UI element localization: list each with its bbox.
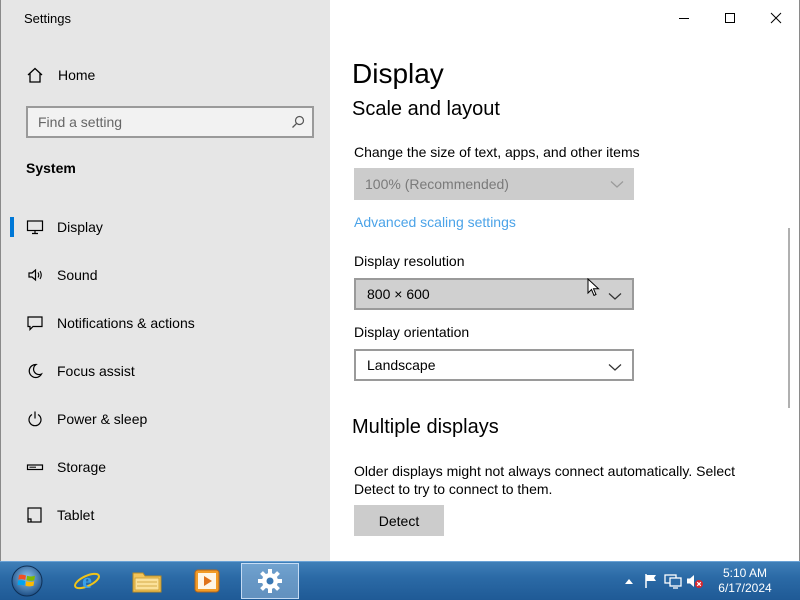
sidebar-item-label: Notifications & actions	[57, 315, 195, 331]
sidebar-item-label: Focus assist	[57, 363, 135, 379]
taskbar: e 5:10 AM 6/17/2024	[0, 561, 800, 600]
content-pane: Display Scale and layout Change the size…	[330, 0, 800, 561]
orientation-dropdown-value: Landscape	[367, 357, 436, 373]
sidebar-item-sound[interactable]: Sound	[1, 251, 330, 299]
sidebar-item-focus-assist[interactable]: Focus assist	[1, 347, 330, 395]
action-center-flag-icon[interactable]	[640, 570, 662, 592]
sidebar-item-power-sleep[interactable]: Power & sleep	[1, 395, 330, 443]
scale-dropdown[interactable]: 100% (Recommended)	[354, 168, 634, 200]
scrollbar[interactable]	[788, 228, 790, 408]
sidebar-item-label: Power & sleep	[57, 411, 148, 427]
chevron-down-icon	[608, 293, 622, 300]
app-title: Settings	[24, 11, 71, 26]
system-tray: 5:10 AM 6/17/2024	[618, 562, 800, 600]
taskbar-app-internet-explorer[interactable]: e	[58, 563, 116, 599]
chevron-down-icon	[610, 181, 624, 188]
moon-icon	[25, 361, 45, 381]
internet-explorer-icon: e	[74, 568, 100, 593]
scale-layout-header: Scale and layout	[352, 98, 500, 120]
file-explorer-icon	[132, 572, 162, 593]
nav-list: Display Sound Notifications & actions Fo…	[1, 203, 330, 539]
resolution-dropdown-value: 800 × 600	[367, 286, 430, 302]
home-icon	[25, 65, 45, 85]
notification-icon	[25, 313, 45, 333]
taskbar-app-settings[interactable]	[241, 563, 299, 599]
sidebar: Settings Home System Display	[1, 0, 330, 561]
sidebar-item-label: Tablet	[57, 507, 95, 523]
svg-text:e: e	[82, 568, 92, 593]
windows-orb-icon	[11, 565, 43, 597]
volume-muted-icon[interactable]	[684, 570, 706, 592]
power-icon	[25, 409, 45, 429]
search-box[interactable]	[26, 106, 314, 138]
settings-window: Settings Home System Display	[0, 0, 800, 561]
sidebar-item-label: Storage	[57, 459, 107, 475]
search-input[interactable]	[28, 108, 312, 136]
chevron-down-icon	[608, 364, 622, 371]
scale-dropdown-value: 100% (Recommended)	[365, 176, 509, 192]
search-icon[interactable]	[290, 114, 306, 130]
storage-icon	[25, 457, 45, 477]
clock-date: 6/17/2024	[718, 581, 772, 595]
sidebar-item-label: Sound	[57, 267, 98, 283]
orientation-dropdown[interactable]: Landscape	[354, 349, 634, 381]
sidebar-item-label: Display	[57, 219, 103, 235]
page-title: Display	[352, 58, 444, 89]
media-player-icon	[194, 569, 220, 593]
monitor-icon	[25, 217, 45, 237]
multiple-displays-description: Older displays might not always connect …	[354, 463, 736, 497]
sidebar-item-home[interactable]: Home	[25, 64, 95, 86]
taskbar-clock[interactable]: 5:10 AM 6/17/2024	[710, 566, 780, 596]
sidebar-item-storage[interactable]: Storage	[1, 443, 330, 491]
sidebar-item-tablet[interactable]: Tablet	[1, 491, 330, 539]
sidebar-item-display[interactable]: Display	[1, 203, 330, 251]
taskbar-app-file-explorer[interactable]	[118, 563, 176, 599]
home-label: Home	[58, 67, 96, 83]
taskbar-app-media-player[interactable]	[178, 563, 236, 599]
clock-time: 5:10 AM	[722, 566, 768, 580]
show-hidden-icons-chevron-icon[interactable]	[618, 570, 640, 592]
sidebar-item-notifications[interactable]: Notifications & actions	[1, 299, 330, 347]
start-button[interactable]	[4, 563, 50, 599]
section-title: System	[26, 160, 76, 176]
orientation-label: Display orientation	[354, 324, 470, 340]
network-icon[interactable]	[662, 570, 684, 592]
settings-gear-icon	[258, 569, 282, 593]
resolution-label: Display resolution	[354, 253, 465, 269]
advanced-scaling-link[interactable]: Advanced scaling settings	[354, 214, 516, 230]
scale-size-label: Change the size of text, apps, and other…	[354, 144, 640, 160]
detect-button[interactable]: Detect	[354, 505, 444, 536]
mouse-cursor-icon	[587, 278, 600, 297]
multiple-displays-header: Multiple displays	[352, 416, 499, 438]
speaker-icon	[25, 265, 45, 285]
tablet-icon	[25, 505, 45, 525]
